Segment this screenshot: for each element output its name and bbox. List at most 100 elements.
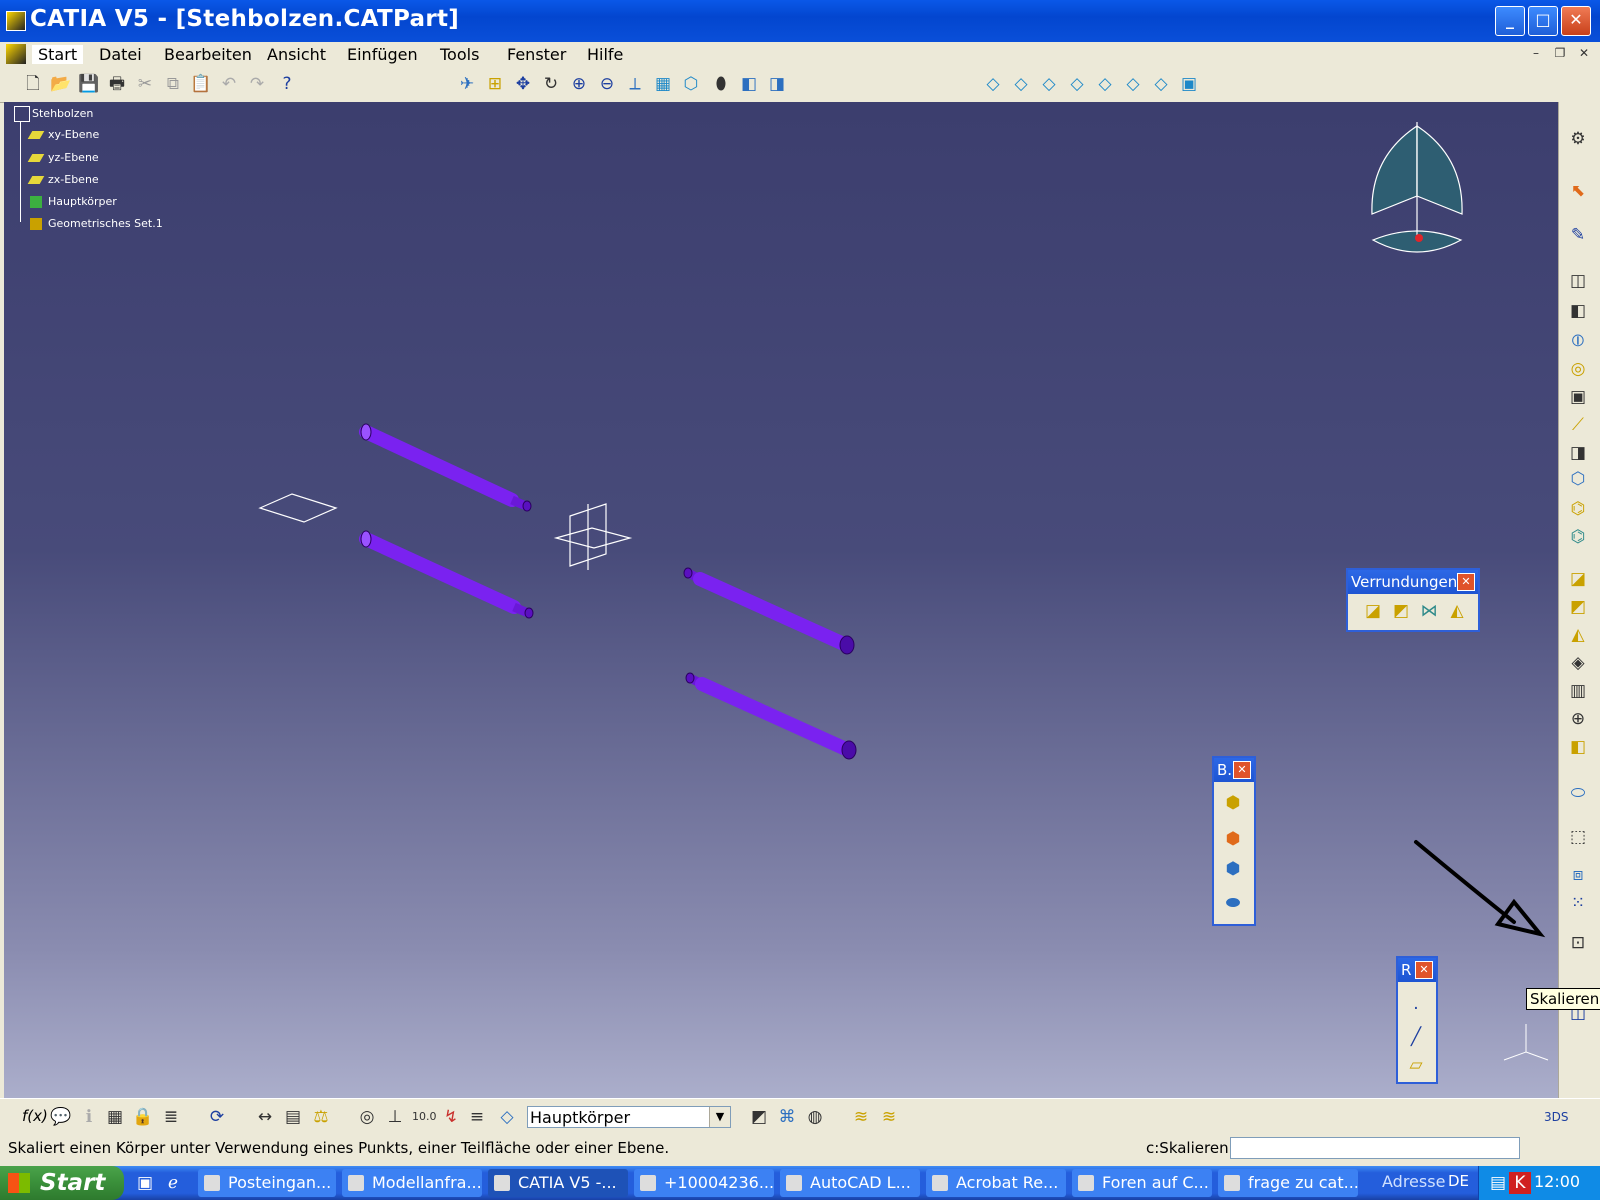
plane-tool-icon[interactable]: ▱ — [1405, 1054, 1427, 1076]
catia-app-icon[interactable] — [6, 11, 26, 31]
remove-icon[interactable]: ⬢ — [1222, 858, 1244, 880]
save-icon[interactable]: 💾 — [78, 73, 100, 95]
document-icon[interactable] — [6, 44, 26, 64]
pocket-icon[interactable]: ◧ — [1567, 300, 1589, 322]
layer-filter-icon[interactable]: ≋ — [878, 1106, 900, 1128]
task-modellanfrage[interactable]: Modellanfra... — [342, 1169, 482, 1197]
analysis-icon[interactable]: ◎ — [356, 1106, 378, 1128]
address-label[interactable]: Adresse — [1382, 1172, 1445, 1191]
point-icon[interactable]: · — [1405, 998, 1427, 1020]
remove-face-icon[interactable]: ⊕ — [1567, 708, 1589, 730]
zoom-out-icon[interactable]: ⊖ — [596, 73, 618, 95]
thread-icon[interactable]: ▥ — [1567, 680, 1589, 702]
menu-fenster[interactable]: Fenster — [507, 45, 566, 64]
table-icon[interactable]: ▦ — [104, 1106, 126, 1128]
numeric-icon[interactable]: 10.0 — [412, 1106, 437, 1128]
list-icon[interactable]: ≡ — [466, 1106, 488, 1128]
select-icon[interactable]: ⬉ — [1567, 180, 1589, 202]
update-icon[interactable]: ⟳ — [206, 1106, 228, 1128]
intersect-icon[interactable]: ⬬ — [1222, 892, 1244, 914]
menu-ansicht[interactable]: Ansicht — [267, 45, 326, 64]
hole-icon[interactable]: ▣ — [1567, 386, 1589, 408]
minimize-button[interactable]: _ — [1495, 6, 1525, 36]
antivirus-icon[interactable]: K — [1509, 1172, 1531, 1194]
groove-icon[interactable]: ◎ — [1567, 358, 1589, 380]
dimension-icon[interactable]: ↔ — [254, 1106, 276, 1128]
pad-icon[interactable]: ◫ — [1567, 270, 1589, 292]
reference-toolbar[interactable]: R ✕ · ╱ ▱ — [1396, 956, 1438, 1084]
sketcher-icon[interactable]: ✎ — [1567, 224, 1589, 246]
menu-start[interactable]: Start — [32, 45, 84, 64]
cut-icon[interactable]: ✂ — [134, 73, 156, 95]
fillets-toolbar[interactable]: Verrundungen ✕ ◪ ◩ ⋈ ◭ — [1346, 568, 1480, 632]
copy-icon[interactable]: ⧉ — [162, 73, 184, 95]
menu-tools[interactable]: Tools — [440, 45, 479, 64]
catalog-icon[interactable]: ▤ — [282, 1106, 304, 1128]
3d-viewport[interactable]: Stehbolzen xy-Ebene yz-Ebene zx-Ebene Ha… — [4, 102, 1558, 1098]
knowledge-icon[interactable]: ℹ — [78, 1106, 100, 1128]
task-folder[interactable]: +10004236... — [634, 1169, 774, 1197]
remove-loft-icon[interactable]: ⌬ — [1567, 526, 1589, 548]
menu-einfuegen[interactable]: Einfügen — [347, 45, 418, 64]
split-icon[interactable]: ◧ — [1567, 736, 1589, 758]
view-iso-icon[interactable]: ◇ — [982, 73, 1004, 95]
shell-icon[interactable]: ◭ — [1567, 624, 1589, 646]
doc-restore-button[interactable]: ❐ — [1551, 46, 1569, 62]
close-button[interactable]: ✕ — [1561, 6, 1591, 36]
iso-view-icon[interactable]: ⬡ — [680, 73, 702, 95]
start-button[interactable]: Start — [0, 1166, 124, 1200]
boolean-toolbar[interactable]: B. ✕ ⬢ ⬢ ⬢ ⬬ — [1212, 756, 1256, 926]
assemble-icon[interactable]: ⬢ — [1222, 792, 1244, 814]
define-work-object-icon[interactable]: ◇ — [496, 1106, 518, 1128]
mass-icon[interactable]: ⚖ — [310, 1106, 332, 1128]
maximize-button[interactable]: □ — [1528, 6, 1558, 36]
task-outlook[interactable]: Posteingan... — [198, 1169, 336, 1197]
edge-fillet-icon[interactable]: ◪ — [1362, 600, 1384, 622]
slot-icon[interactable]: ◨ — [1567, 442, 1589, 464]
menu-hilfe[interactable]: Hilfe — [587, 45, 623, 64]
redo-icon[interactable]: ↷ — [246, 73, 268, 95]
print-icon[interactable]: 🖶 — [106, 73, 128, 95]
task-catia[interactable]: CATIA V5 -... — [488, 1169, 628, 1197]
doc-minimize-button[interactable]: – — [1527, 46, 1545, 62]
reference-toolbar-close-button[interactable]: ✕ — [1415, 961, 1433, 979]
view-back-icon[interactable]: ◇ — [1038, 73, 1060, 95]
curve-analysis-icon[interactable]: ↯ — [440, 1106, 462, 1128]
pan-icon[interactable]: ✥ — [512, 73, 534, 95]
undo-icon[interactable]: ↶ — [218, 73, 240, 95]
named-views-icon[interactable]: ▣ — [1178, 73, 1200, 95]
task-autocad[interactable]: AutoCAD L... — [780, 1169, 920, 1197]
command-input[interactable] — [1230, 1137, 1520, 1159]
hide-show-icon[interactable]: ◧ — [738, 73, 760, 95]
quicklaunch-ie-icon[interactable]: ℯ — [162, 1172, 184, 1194]
fly-mode-icon[interactable]: ✈ — [456, 73, 478, 95]
view-front-icon[interactable]: ◇ — [1010, 73, 1032, 95]
render-icon[interactable]: ⌘ — [776, 1106, 798, 1128]
task-frage[interactable]: frage zu cat... — [1218, 1169, 1358, 1197]
menu-datei[interactable]: Datei — [99, 45, 142, 64]
zoom-in-icon[interactable]: ⊕ — [568, 73, 590, 95]
chevron-down-icon[interactable]: ▼ — [709, 1107, 730, 1127]
swap-space-icon[interactable]: ◨ — [766, 73, 788, 95]
new-file-icon[interactable]: 🗋 — [22, 73, 44, 95]
scene-icon[interactable]: ◍ — [804, 1106, 826, 1128]
quicklaunch-desktop-icon[interactable]: ▣ — [134, 1172, 156, 1194]
view-right-icon[interactable]: ◇ — [1094, 73, 1116, 95]
network-icon[interactable]: ▤ — [1487, 1172, 1509, 1194]
apply-material-icon[interactable]: ◩ — [748, 1106, 770, 1128]
open-file-icon[interactable]: 📂 — [50, 73, 72, 95]
comment-icon[interactable]: 💬 — [50, 1106, 72, 1128]
paste-icon[interactable]: 📋 — [190, 73, 212, 95]
stiffener-icon[interactable]: ⬡ — [1567, 468, 1589, 490]
axis-system-icon[interactable]: ⊥ — [384, 1106, 406, 1128]
transformation-icon[interactable]: ⬚ — [1567, 826, 1589, 848]
draft-icon[interactable]: ◩ — [1567, 596, 1589, 618]
shaft-icon[interactable]: ⦶ — [1567, 330, 1589, 352]
fit-all-icon[interactable]: ⊞ — [484, 73, 506, 95]
task-foren[interactable]: Foren auf C... — [1072, 1169, 1212, 1197]
view-bottom-icon[interactable]: ◇ — [1150, 73, 1172, 95]
normal-view-icon[interactable]: ⟂ — [624, 73, 646, 95]
gear-icon[interactable]: ⚙ — [1567, 128, 1589, 150]
sew-surface-icon[interactable]: ⬭ — [1567, 782, 1589, 804]
view-top-icon[interactable]: ◇ — [1122, 73, 1144, 95]
